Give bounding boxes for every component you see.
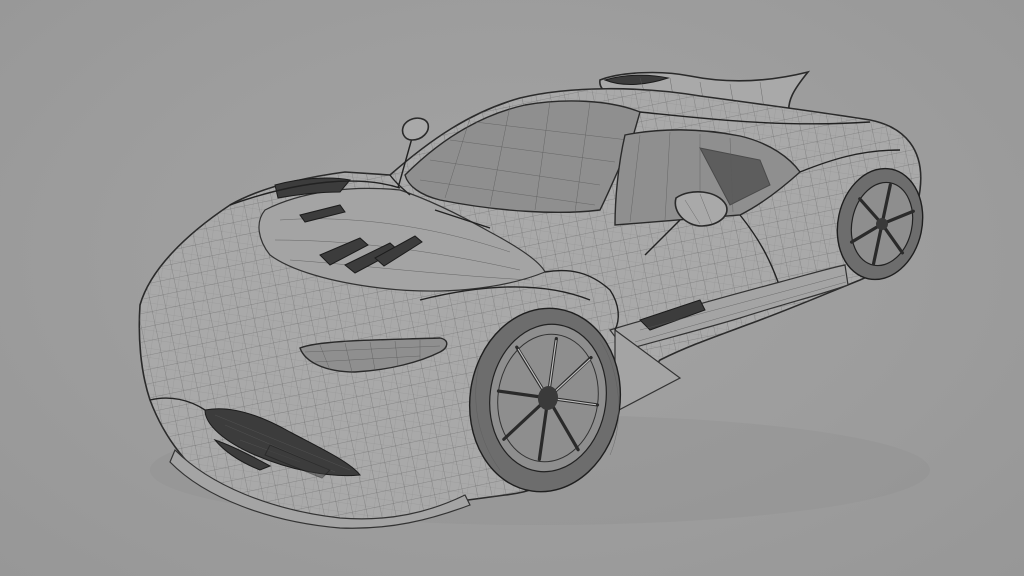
car-wireframe-render <box>138 70 930 529</box>
windshield <box>404 100 641 214</box>
render-viewport <box>0 0 1024 576</box>
